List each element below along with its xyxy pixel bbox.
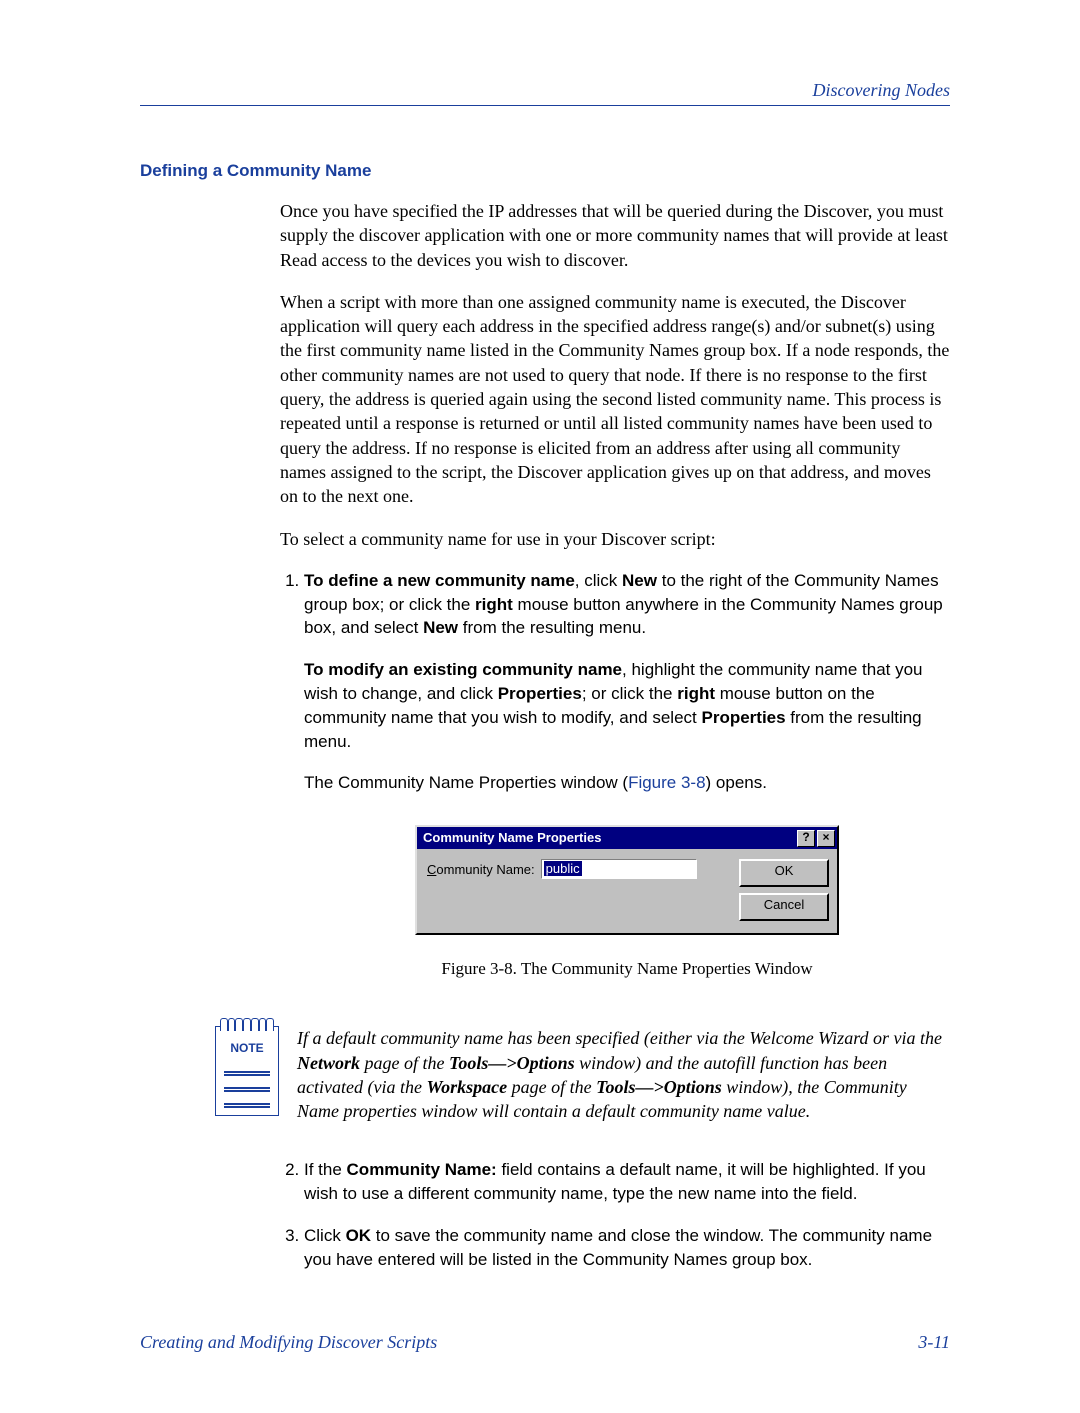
step1-bold-define: To define a new community name [304,571,575,590]
step-1: To define a new community name, click Ne… [304,569,950,981]
note-text: If a default community name has been spe… [297,1026,950,1123]
footer-page-number: 3-11 [918,1332,950,1353]
step1-bold-right: right [475,595,513,614]
section-heading: Defining a Community Name [140,161,950,181]
figure-caption: Figure 3-8. The Community Name Propertie… [304,957,950,981]
community-name-label: Community Name: [427,859,535,879]
step1b-bold-right: right [677,684,715,703]
step1b-bold-modify: To modify an existing community name [304,660,622,679]
community-name-properties-dialog: Community Name Properties ? × Community … [415,825,839,935]
para-leadin: To select a community name for use in yo… [280,527,950,551]
note-label: NOTE [216,1041,278,1055]
header-rule [140,105,950,106]
cancel-button[interactable]: Cancel [739,893,829,921]
para-behavior: When a script with more than one assigne… [280,290,950,509]
step1-bold-new2: New [423,618,458,637]
footer-left: Creating and Modifying Discover Scripts [140,1332,437,1353]
community-name-input[interactable]: public [541,859,697,879]
step1b-bold-props: Properties [498,684,582,703]
step-3: Click OK to save the community name and … [304,1224,950,1272]
figure-link[interactable]: Figure 3-8 [628,773,705,792]
dialog-title: Community Name Properties [423,829,795,847]
step-2: If the Community Name: field contains a … [304,1158,950,1206]
ok-button[interactable]: OK [739,859,829,887]
dialog-titlebar: Community Name Properties ? × [417,827,837,849]
note-icon: NOTE [215,1026,279,1116]
step2-bold: Community Name: [347,1160,497,1179]
close-icon[interactable]: × [817,830,835,847]
step1b-bold-props2: Properties [701,708,785,727]
running-header: Discovering Nodes [140,80,950,101]
help-icon[interactable]: ? [797,830,815,847]
step1-bold-new: New [622,571,657,590]
step3-bold: OK [346,1226,372,1245]
para-intro: Once you have specified the IP addresses… [280,199,950,272]
